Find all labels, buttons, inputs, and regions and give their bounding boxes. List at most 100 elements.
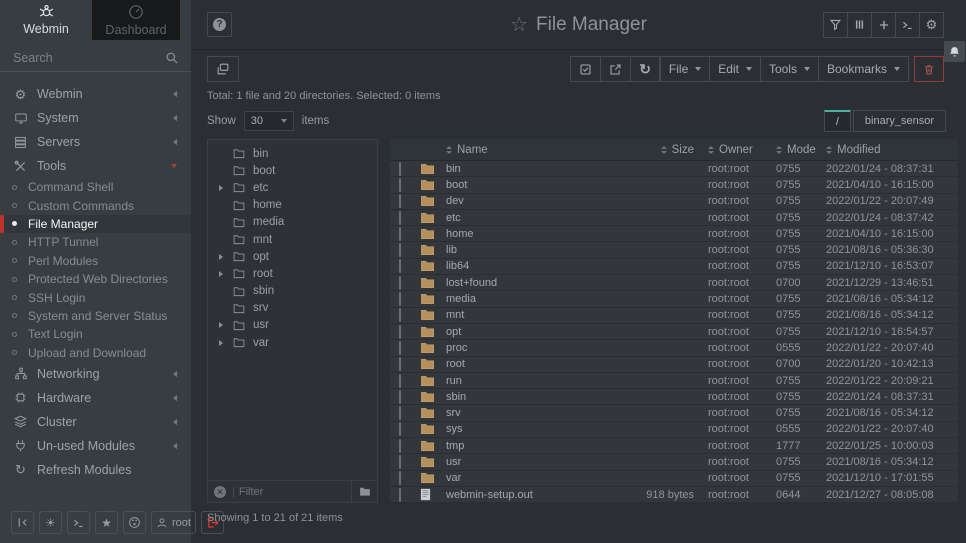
expand-arrow-icon[interactable]: [219, 185, 223, 191]
tree-filter-input[interactable]: [239, 486, 351, 498]
user-button[interactable]: root: [151, 511, 196, 534]
column-header-size[interactable]: Size: [603, 144, 708, 156]
breadcrumb-root[interactable]: /: [824, 110, 851, 132]
sidebar-subitem[interactable]: Custom Commands: [0, 196, 191, 214]
tree-item[interactable]: media: [208, 214, 377, 231]
row-checkbox[interactable]: [399, 488, 401, 502]
sidebar-subitem[interactable]: Command Shell: [0, 178, 191, 196]
expand-arrow-icon[interactable]: [219, 254, 223, 260]
clear-filter-icon[interactable]: ✕: [214, 486, 226, 498]
row-checkbox[interactable]: [399, 162, 401, 176]
open-in-new-button[interactable]: [600, 56, 631, 82]
row-checkbox[interactable]: [399, 422, 401, 436]
show-directories-button[interactable]: [351, 481, 377, 502]
sidebar-subitem[interactable]: File Manager: [0, 215, 191, 233]
row-checkbox[interactable]: [399, 406, 401, 420]
search-input[interactable]: [0, 44, 191, 71]
tree-item[interactable]: srv: [208, 300, 377, 317]
sidebar-subitem[interactable]: SSH Login: [0, 288, 191, 306]
tab-webmin[interactable]: Webmin: [0, 0, 92, 40]
menu-button[interactable]: Edit: [709, 56, 761, 82]
sidebar-item-servers[interactable]: Servers: [0, 130, 191, 154]
column-header-mode[interactable]: Mode: [776, 144, 826, 156]
filter-button[interactable]: [823, 12, 848, 38]
sidebar-item-webmin[interactable]: ⚙ Webmin: [0, 82, 191, 106]
table-row[interactable]: bin root:root 0755 2022/01/24 - 08:37:31: [390, 161, 958, 177]
expand-arrow-icon[interactable]: [219, 322, 223, 328]
tab-dashboard[interactable]: Dashboard: [92, 0, 180, 40]
table-row[interactable]: tmp root:root 1777 2022/01/25 - 10:00:03: [390, 438, 958, 454]
select-all-button[interactable]: [570, 56, 601, 82]
tree-item[interactable]: home: [208, 197, 377, 214]
table-row[interactable]: dev root:root 0755 2022/01/22 - 20:07:49: [390, 194, 958, 210]
sidebar-subitem[interactable]: Upload and Download: [0, 344, 191, 362]
table-row[interactable]: boot root:root 0755 2021/04/10 - 16:15:0…: [390, 177, 958, 193]
row-checkbox[interactable]: [399, 227, 401, 241]
sidebar-subitem[interactable]: Perl Modules: [0, 252, 191, 270]
sidebar-item-unused-modules[interactable]: Un-used Modules: [0, 434, 191, 458]
tree-item[interactable]: etc: [208, 179, 377, 196]
table-row[interactable]: proc root:root 0555 2022/01/22 - 20:07:4…: [390, 340, 958, 356]
refresh-button[interactable]: ↻: [630, 56, 660, 82]
favorites-button[interactable]: ★: [95, 511, 118, 534]
sidebar-item-networking[interactable]: Networking: [0, 362, 191, 386]
table-row[interactable]: lib root:root 0755 2021/08/16 - 05:36:30: [390, 242, 958, 258]
tree-item[interactable]: root: [208, 265, 377, 282]
expand-arrow-icon[interactable]: [219, 340, 223, 346]
palette-button[interactable]: [123, 511, 146, 534]
table-row[interactable]: etc root:root 0755 2022/01/24 - 08:37:42: [390, 210, 958, 226]
tree-item[interactable]: usr: [208, 317, 377, 334]
sidebar-item-hardware[interactable]: Hardware: [0, 386, 191, 410]
notifications-button[interactable]: [944, 41, 965, 62]
table-row[interactable]: home root:root 0755 2021/04/10 - 16:15:0…: [390, 226, 958, 242]
sidebar-subitem[interactable]: HTTP Tunnel: [0, 233, 191, 251]
row-checkbox[interactable]: [399, 374, 401, 388]
row-checkbox[interactable]: [399, 194, 401, 208]
tree-item[interactable]: opt: [208, 248, 377, 265]
expand-arrow-icon[interactable]: [219, 271, 223, 277]
columns-button[interactable]: [847, 12, 872, 38]
row-checkbox[interactable]: [399, 276, 401, 290]
row-checkbox[interactable]: [399, 243, 401, 257]
row-checkbox[interactable]: [399, 211, 401, 225]
theme-toggle-button[interactable]: ☀: [39, 511, 62, 534]
table-row[interactable]: webmin-setup.out 918 bytes root:root 064…: [390, 487, 958, 503]
add-button[interactable]: [871, 12, 896, 38]
tree-item[interactable]: sbin: [208, 283, 377, 300]
row-checkbox[interactable]: [399, 439, 401, 453]
table-row[interactable]: run root:root 0755 2022/01/22 - 20:09:21: [390, 373, 958, 389]
tree-item[interactable]: mnt: [208, 231, 377, 248]
help-button[interactable]: ?: [207, 12, 232, 37]
tree-item[interactable]: var: [208, 334, 377, 351]
menu-button[interactable]: Bookmarks: [818, 56, 909, 82]
sidebar-item-system[interactable]: System: [0, 106, 191, 130]
row-checkbox[interactable]: [399, 357, 401, 371]
favorite-star-icon[interactable]: ☆: [510, 12, 528, 37]
table-row[interactable]: media root:root 0755 2021/08/16 - 05:34:…: [390, 291, 958, 307]
column-header-owner[interactable]: Owner: [708, 144, 776, 156]
sidebar-subitem[interactable]: Protected Web Directories: [0, 270, 191, 288]
collapse-sidebar-button[interactable]: [11, 511, 34, 534]
menu-button[interactable]: File: [660, 56, 710, 82]
settings-button[interactable]: ⚙: [919, 12, 944, 38]
table-row[interactable]: mnt root:root 0755 2021/08/16 - 05:34:12: [390, 308, 958, 324]
row-checkbox[interactable]: [399, 308, 401, 322]
clone-tab-button[interactable]: [207, 56, 239, 82]
table-row[interactable]: var root:root 0755 2021/12/10 - 17:01:55: [390, 471, 958, 487]
row-checkbox[interactable]: [399, 292, 401, 306]
tree-item[interactable]: bin: [208, 145, 377, 162]
breadcrumb-path[interactable]: binary_sensor: [853, 110, 946, 132]
column-header-modified[interactable]: Modified: [826, 144, 958, 156]
table-row[interactable]: lib64 root:root 0755 2021/12/10 - 16:53:…: [390, 259, 958, 275]
page-size-select[interactable]: 30: [244, 111, 294, 131]
tree-item[interactable]: boot: [208, 162, 377, 179]
table-row[interactable]: sbin root:root 0755 2022/01/24 - 08:37:3…: [390, 389, 958, 405]
sidebar-item-cluster[interactable]: Cluster: [0, 410, 191, 434]
table-row[interactable]: usr root:root 0755 2021/08/16 - 05:34:12: [390, 454, 958, 470]
shell-button[interactable]: [895, 12, 920, 38]
row-checkbox[interactable]: [399, 390, 401, 404]
table-row[interactable]: sys root:root 0555 2022/01/22 - 20:07:40: [390, 422, 958, 438]
row-checkbox[interactable]: [399, 471, 401, 485]
row-checkbox[interactable]: [399, 178, 401, 192]
sidebar-subitem[interactable]: System and Server Status: [0, 307, 191, 325]
